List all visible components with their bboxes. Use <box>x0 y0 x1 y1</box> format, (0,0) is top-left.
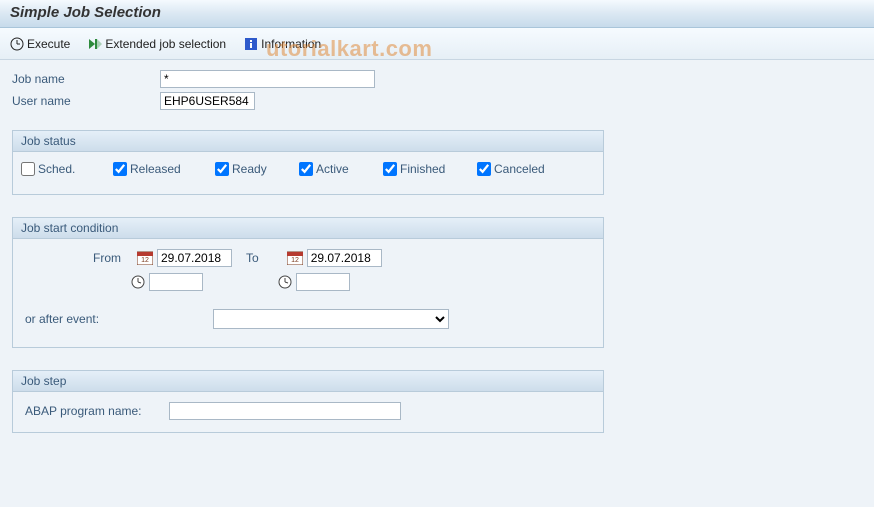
date-row: From 12 To 12 <box>21 249 595 267</box>
extended-label: Extended job selection <box>105 37 226 51</box>
job-start-condition-title: Job start condition <box>13 218 603 239</box>
extended-job-selection-button[interactable]: Extended job selection <box>88 37 226 51</box>
canceled-label: Canceled <box>494 162 545 176</box>
content-area: Job name User name Job status Sched. Rel… <box>0 60 874 463</box>
status-sched[interactable]: Sched. <box>21 162 99 176</box>
released-label: Released <box>130 162 181 176</box>
event-label: or after event: <box>21 312 213 326</box>
jobname-input[interactable] <box>160 70 375 88</box>
calendar-icon[interactable]: 12 <box>287 251 303 265</box>
job-status-title: Job status <box>13 131 603 152</box>
event-row: or after event: <box>21 309 595 329</box>
finished-label: Finished <box>400 162 445 176</box>
job-status-group: Job status Sched. Released Ready Active <box>12 130 604 195</box>
execute-icon <box>10 37 24 51</box>
time-row <box>21 273 595 291</box>
status-active[interactable]: Active <box>299 162 369 176</box>
svg-text:12: 12 <box>141 257 149 264</box>
selection-fields: Job name User name <box>12 68 862 112</box>
jobname-label: Job name <box>12 72 160 86</box>
svg-text:12: 12 <box>291 257 299 264</box>
to-label: To <box>246 251 259 265</box>
username-row: User name <box>12 90 862 112</box>
active-label: Active <box>316 162 349 176</box>
job-step-group: Job step ABAP program name: <box>12 370 604 433</box>
from-label: From <box>93 251 129 265</box>
from-time-input[interactable] <box>149 273 203 291</box>
username-input[interactable] <box>160 92 255 110</box>
job-start-condition-group: Job start condition From 12 To <box>12 217 604 348</box>
abap-row: ABAP program name: <box>21 402 595 420</box>
username-label: User name <box>12 94 160 108</box>
canceled-checkbox[interactable] <box>477 162 491 176</box>
screen-header: Simple Job Selection <box>0 0 874 28</box>
execute-button[interactable]: Execute <box>10 37 70 51</box>
active-checkbox[interactable] <box>299 162 313 176</box>
status-released[interactable]: Released <box>113 162 201 176</box>
page-title: Simple Job Selection <box>10 4 161 21</box>
job-status-body: Sched. Released Ready Active Finished <box>13 152 603 194</box>
status-finished[interactable]: Finished <box>383 162 463 176</box>
job-step-body: ABAP program name: <box>13 392 603 432</box>
event-select[interactable] <box>213 309 449 329</box>
jobname-row: Job name <box>12 68 862 90</box>
clock-icon[interactable] <box>131 275 145 289</box>
released-checkbox[interactable] <box>113 162 127 176</box>
status-checkboxes: Sched. Released Ready Active Finished <box>21 162 595 176</box>
abap-program-name-input[interactable] <box>169 402 401 420</box>
job-step-title: Job step <box>13 371 603 392</box>
calendar-icon[interactable]: 12 <box>137 251 153 265</box>
sched-checkbox[interactable] <box>21 162 35 176</box>
to-time-input[interactable] <box>296 273 350 291</box>
finished-checkbox[interactable] <box>383 162 397 176</box>
application-toolbar: Execute Extended job selection Informati… <box>0 28 874 60</box>
ready-checkbox[interactable] <box>215 162 229 176</box>
execute-label: Execute <box>27 37 70 51</box>
status-ready[interactable]: Ready <box>215 162 285 176</box>
information-button[interactable]: Information <box>244 37 321 51</box>
sched-label: Sched. <box>38 162 75 176</box>
skip-forward-icon <box>88 37 102 51</box>
status-canceled[interactable]: Canceled <box>477 162 545 176</box>
to-date-input[interactable] <box>307 249 382 267</box>
clock-icon[interactable] <box>278 275 292 289</box>
information-icon <box>244 37 258 51</box>
ready-label: Ready <box>232 162 267 176</box>
job-start-condition-body: From 12 To 12 <box>13 239 603 347</box>
abap-label: ABAP program name: <box>21 404 169 418</box>
from-date-input[interactable] <box>157 249 232 267</box>
information-label: Information <box>261 37 321 51</box>
